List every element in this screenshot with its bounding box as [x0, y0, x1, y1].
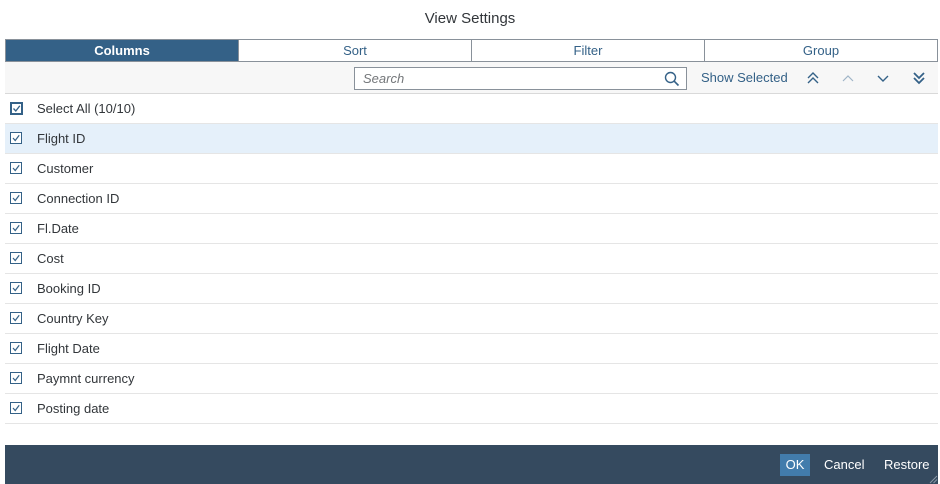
list-item[interactable]: Connection ID [5, 184, 938, 214]
tab-sort[interactable]: Sort [239, 40, 472, 61]
tab-columns[interactable]: Columns [6, 40, 239, 61]
column-checkbox[interactable] [10, 282, 22, 294]
column-checkbox[interactable] [10, 312, 22, 324]
toolbar: Show Selected [5, 62, 938, 94]
search-input[interactable] [355, 68, 653, 89]
column-label: Flight Date [37, 341, 100, 356]
column-label: Country Key [37, 311, 109, 326]
column-checkbox[interactable] [10, 342, 22, 354]
column-checkbox[interactable] [10, 402, 22, 414]
move-down-icon[interactable] [875, 70, 891, 86]
list-item[interactable]: Flight Date [5, 334, 938, 364]
column-label: Paymnt currency [37, 371, 135, 386]
dialog-title: View Settings [424, 10, 516, 27]
column-checkbox[interactable] [10, 222, 22, 234]
column-checkbox[interactable] [10, 372, 22, 384]
column-label: Cost [37, 251, 64, 266]
tab-filter[interactable]: Filter [472, 40, 705, 61]
column-label: Connection ID [37, 191, 120, 206]
column-checkbox[interactable] [10, 252, 22, 264]
list-item[interactable]: Booking ID [5, 274, 938, 304]
column-list: Select All (10/10) Flight ID Customer Co… [5, 94, 938, 424]
dialog-footer: OK Cancel Restore [5, 445, 938, 484]
column-checkbox[interactable] [10, 162, 22, 174]
list-item[interactable]: Paymnt currency [5, 364, 938, 394]
list-item[interactable]: Posting date [5, 394, 938, 424]
search-icon[interactable] [664, 71, 680, 87]
column-label: Fl.Date [37, 221, 79, 236]
show-selected-button[interactable]: Show Selected [701, 62, 788, 94]
view-settings-dialog: View Settings Columns Sort Filter Group … [0, 0, 940, 484]
list-item[interactable]: Customer [5, 154, 938, 184]
move-to-bottom-icon[interactable] [911, 70, 927, 86]
column-label: Booking ID [37, 281, 101, 296]
cancel-button[interactable]: Cancel [824, 454, 864, 476]
ok-button[interactable]: OK [780, 454, 810, 476]
restore-button[interactable]: Restore [884, 454, 930, 476]
list-item[interactable]: Country Key [5, 304, 938, 334]
select-all-row[interactable]: Select All (10/10) [5, 94, 938, 124]
select-all-label: Select All (10/10) [37, 101, 136, 116]
column-label: Customer [37, 161, 94, 176]
column-label: Flight ID [37, 131, 86, 146]
search-field [354, 67, 687, 90]
column-checkbox[interactable] [10, 132, 22, 144]
column-label: Posting date [37, 401, 110, 416]
select-all-checkbox[interactable] [10, 102, 23, 115]
list-item[interactable]: Cost [5, 244, 938, 274]
list-item[interactable]: Flight ID [5, 124, 938, 154]
tab-bar: Columns Sort Filter Group [5, 39, 938, 62]
tab-group[interactable]: Group [705, 40, 937, 61]
list-item[interactable]: Fl.Date [5, 214, 938, 244]
column-checkbox[interactable] [10, 192, 22, 204]
resize-handle-icon[interactable] [928, 474, 938, 484]
move-up-icon[interactable] [840, 70, 856, 86]
move-to-top-icon[interactable] [805, 70, 821, 86]
